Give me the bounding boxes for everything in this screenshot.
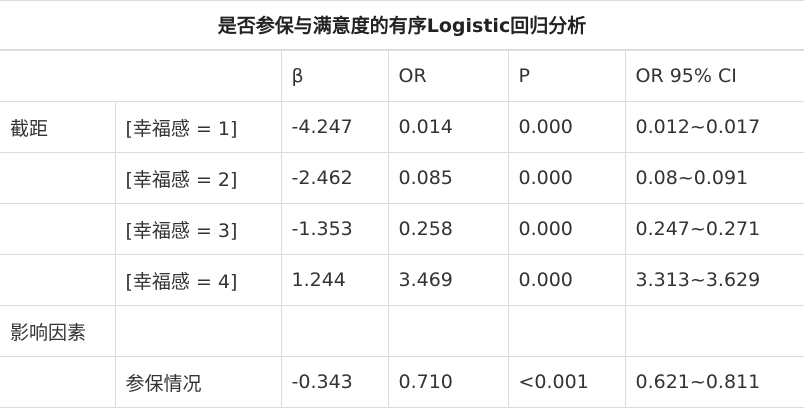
header-p: P xyxy=(507,50,626,102)
row-group-label xyxy=(0,356,116,408)
p-cell: 0.000 xyxy=(507,152,626,204)
table-row: 截距 [幸福感 = 1] -4.247 0.014 0.000 0.012~0.… xyxy=(0,101,804,153)
or-cell: 3.469 xyxy=(387,254,509,306)
ci-cell: 0.012~0.017 xyxy=(624,101,804,153)
row-group-label xyxy=(0,254,116,306)
row-label xyxy=(114,305,282,357)
header-cell-empty xyxy=(0,50,115,102)
header-cell-empty xyxy=(114,50,282,102)
p-cell: 0.000 xyxy=(507,101,626,153)
beta-cell: -2.462 xyxy=(280,152,389,204)
header-beta: β xyxy=(280,50,389,102)
row-label: 参保情况 xyxy=(114,356,282,408)
ci-cell: 3.313~3.629 xyxy=(624,254,804,306)
table-row: [幸福感 = 4] 1.244 3.469 0.000 3.313~3.629 xyxy=(0,254,804,306)
beta-cell: -1.353 xyxy=(280,203,389,255)
beta-cell: -0.343 xyxy=(280,356,389,408)
or-cell: 0.085 xyxy=(387,152,509,204)
p-cell: 0.000 xyxy=(507,203,626,255)
row-group-label xyxy=(0,152,116,204)
row-label: [幸福感 = 3] xyxy=(114,203,282,255)
row-group-label xyxy=(0,203,116,255)
regression-table-container: 是否参保与满意度的有序Logistic回归分析 β OR P OR 95% CI… xyxy=(0,0,804,408)
regression-table: β OR P OR 95% CI 截距 [幸福感 = 1] -4.247 0.0… xyxy=(0,50,804,408)
ci-cell: 0.08~0.091 xyxy=(624,152,804,204)
header-or: OR xyxy=(387,50,509,102)
or-cell xyxy=(387,305,509,357)
ci-cell xyxy=(624,305,804,357)
p-cell: <0.001 xyxy=(507,356,626,408)
table-title: 是否参保与满意度的有序Logistic回归分析 xyxy=(0,0,804,50)
row-group-label: 影响因素 xyxy=(0,305,116,357)
table-row: [幸福感 = 3] -1.353 0.258 0.000 0.247~0.271 xyxy=(0,203,804,255)
beta-cell: -4.247 xyxy=(280,101,389,153)
header-ci: OR 95% CI xyxy=(624,50,804,102)
beta-cell: 1.244 xyxy=(280,254,389,306)
table-row: 参保情况 -0.343 0.710 <0.001 0.621~0.811 xyxy=(0,356,804,408)
beta-cell xyxy=(280,305,389,357)
p-cell xyxy=(507,305,626,357)
ci-cell: 0.621~0.811 xyxy=(624,356,804,408)
row-label: [幸福感 = 4] xyxy=(114,254,282,306)
header-row: β OR P OR 95% CI xyxy=(0,50,804,102)
or-cell: 0.710 xyxy=(387,356,509,408)
ci-cell: 0.247~0.271 xyxy=(624,203,804,255)
table-row: 影响因素 xyxy=(0,305,804,357)
row-label: [幸福感 = 2] xyxy=(114,152,282,204)
table-row: [幸福感 = 2] -2.462 0.085 0.000 0.08~0.091 xyxy=(0,152,804,204)
row-group-label: 截距 xyxy=(0,101,116,153)
row-label: [幸福感 = 1] xyxy=(114,101,282,153)
or-cell: 0.014 xyxy=(387,101,509,153)
or-cell: 0.258 xyxy=(387,203,509,255)
p-cell: 0.000 xyxy=(507,254,626,306)
